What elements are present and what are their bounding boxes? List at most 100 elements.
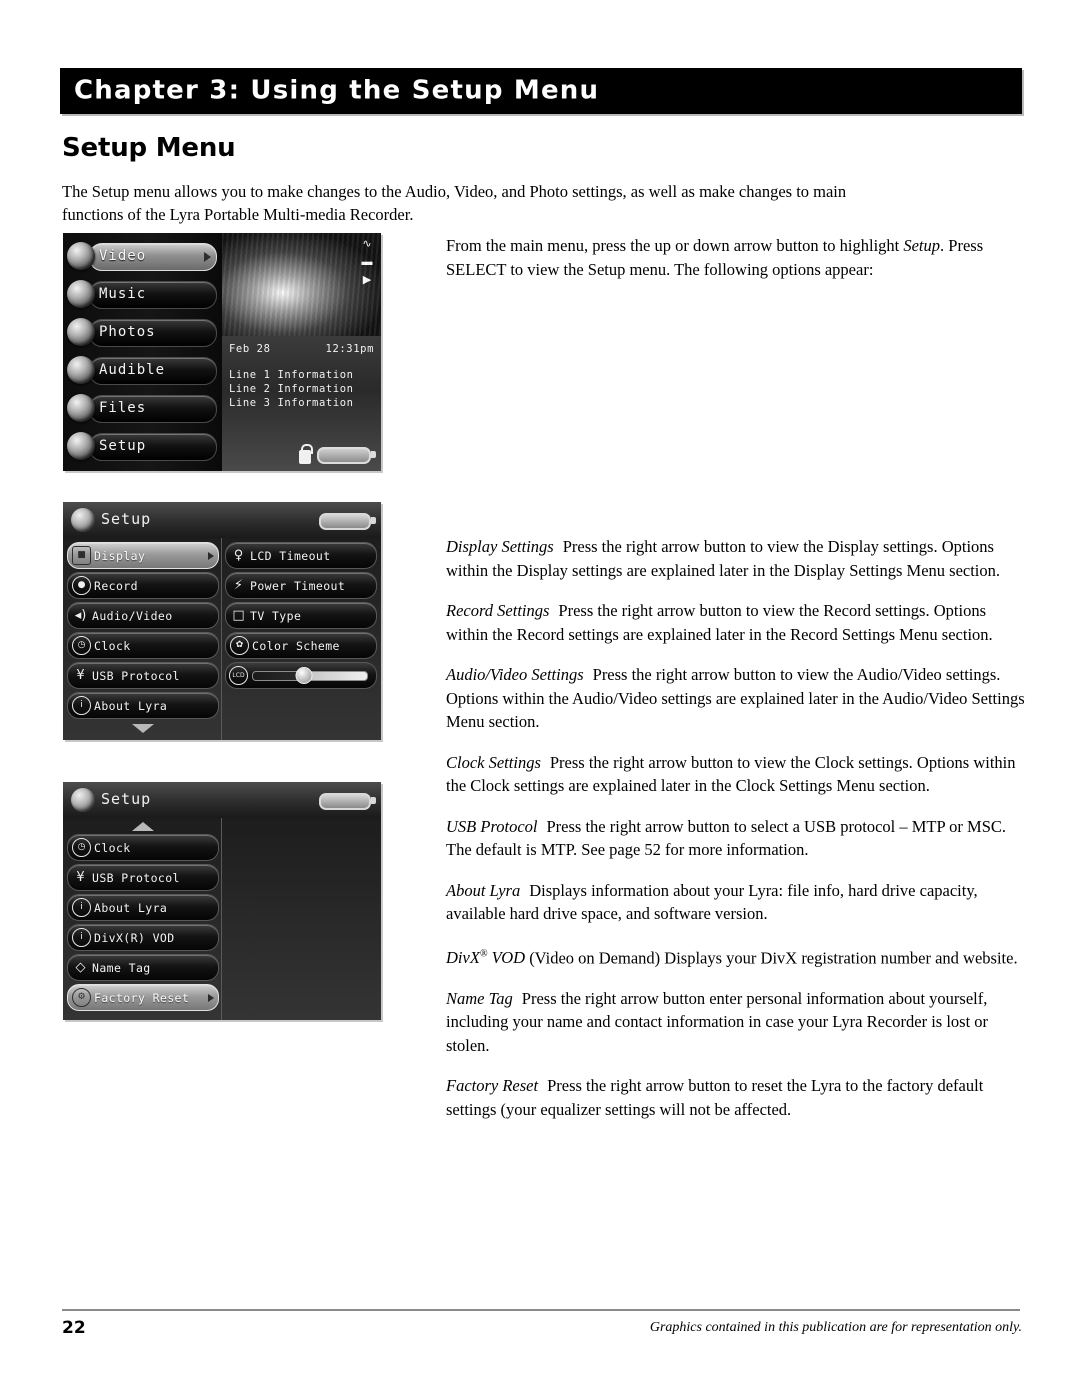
term-record-settings: Record Settings (446, 601, 550, 620)
setup-header-bar: Setup (63, 782, 381, 819)
main-menu-list: Video Music Photos Audible Files Setup (67, 239, 219, 467)
gear-icon (67, 432, 95, 460)
display-icon: ■ (72, 546, 91, 565)
main-menu-item-files[interactable]: Files (67, 391, 219, 425)
setup-item-clock[interactable]: ◷ Clock (67, 834, 219, 861)
up-arrow-icon[interactable] (132, 822, 154, 831)
date-text: Feb 28 (229, 343, 271, 355)
term-about-lyra: About Lyra (446, 880, 521, 900)
main-menu-item-label: Files (99, 400, 147, 416)
television-icon: □ (232, 608, 245, 623)
setup-item-label: About Lyra (94, 698, 168, 713)
main-menu-list-panel: Video Music Photos Audible Files Setup (63, 233, 222, 471)
setup-item-label: USB Protocol (92, 870, 180, 885)
preview-thumbnail-image: ∿ ▬ ▶ (222, 233, 381, 336)
setup-item-display[interactable]: ■ Display (67, 542, 219, 569)
setup-item-label: Display (94, 548, 146, 563)
main-menu-item-label: Video (99, 248, 147, 264)
paragraph-display-settings: Display Settings Press the right arrow bu… (446, 535, 1026, 582)
camera-icon (67, 318, 95, 346)
setup-item-label: About Lyra (94, 900, 168, 915)
screenshot-main-menu: Video Music Photos Audible Files Setup ∿… (63, 233, 381, 471)
column-divider (221, 538, 222, 740)
tag-icon: ◇ (75, 960, 86, 975)
term-name-tag: Name Tag (446, 988, 513, 1008)
lightbulb-icon: ♀ (233, 548, 244, 563)
paragraph-usb-protocol: USB Protocol Press the right arrow button… (446, 815, 1026, 862)
main-menu-item-label: Setup (99, 438, 147, 454)
down-arrow-icon[interactable] (132, 724, 154, 733)
setup-item-label: USB Protocol (92, 668, 180, 683)
setup-item-lcd-timeout[interactable]: ♀ LCD Timeout (225, 542, 377, 569)
clock-icon: ◷ (72, 838, 91, 857)
info-icon: i (72, 898, 91, 917)
setup-item-label: TV Type (250, 608, 302, 623)
setup-item-label: Clock (94, 638, 131, 653)
setup-item-label: LCD Timeout (250, 548, 331, 563)
setup-body: ◷ Clock ¥ USB Protocol i About Lyra i Di… (63, 818, 381, 1020)
footer-note: Graphics contained in this publication a… (649, 1320, 1022, 1335)
battery-icon (319, 793, 376, 810)
setup-item-audio-video[interactable]: ◂) Audio/Video (67, 602, 219, 629)
battery-icon (317, 447, 376, 464)
setup-item-label: Power Timeout (250, 578, 346, 593)
preview-status-icons: ∿ ▬ ▶ (356, 239, 378, 317)
main-menu-item-photos[interactable]: Photos (67, 315, 219, 349)
setup-screen-title: Setup (101, 790, 152, 808)
setup-item-label: Record (94, 578, 138, 593)
term-clock-settings: Clock Settings (446, 752, 541, 772)
main-menu-preview-panel: ∿ ▬ ▶ Feb 28 12:31pm Line 1 Information … (222, 233, 381, 471)
slider-knob[interactable] (295, 667, 313, 684)
setup-item-clock[interactable]: ◷ Clock (67, 632, 219, 659)
setup-item-divx-vod[interactable]: i DivX(R) VOD (67, 924, 219, 951)
info-line-3: Line 3 Information (229, 397, 354, 409)
setup-screen-title: Setup (101, 510, 152, 528)
gear-icon (71, 788, 95, 812)
term-audio-video-settings: Audio/Video Settings (446, 665, 584, 684)
setup-item-power-timeout[interactable]: ⚡ Power Timeout (225, 572, 377, 599)
chapter-header-bar: Chapter 3: Using the Setup Menu (60, 68, 1022, 114)
body-text-column: From the main menu, press the up or down… (446, 234, 1026, 1138)
main-menu-item-video[interactable]: Video (67, 239, 219, 273)
setup-item-record[interactable]: ● Record (67, 572, 219, 599)
gear-icon: ⚙ (72, 988, 91, 1007)
play-icon: ▶ (362, 274, 372, 286)
setup-item-usb-protocol[interactable]: ¥ USB Protocol (67, 864, 219, 891)
setup-item-tv-type[interactable]: □ TV Type (225, 602, 377, 629)
setup-item-factory-reset[interactable]: ⚙ Factory Reset (67, 984, 219, 1011)
info-lines: Line 1 Information Line 2 Information Li… (229, 369, 354, 411)
setup-item-color-scheme[interactable]: ✿ Color Scheme (225, 632, 377, 659)
page-title: Setup Menu (62, 133, 236, 163)
main-menu-item-setup[interactable]: Setup (67, 429, 219, 463)
main-menu-item-audible[interactable]: Audible (67, 353, 219, 387)
term-display-settings: Display Settings (446, 537, 554, 556)
setup-item-usb-protocol[interactable]: ¥ USB Protocol (67, 662, 219, 689)
paragraph-record-settings: Record Settings Press the right arrow but… (446, 599, 1026, 646)
paragraph-divx-vod: DivX® VOD (Video on Demand) Displays you… (446, 943, 1026, 970)
text-spacer (446, 298, 1026, 535)
setup-item-label: Factory Reset (94, 990, 190, 1005)
setup-item-label: Name Tag (92, 960, 151, 975)
main-menu-item-music[interactable]: Music (67, 277, 219, 311)
footer-divider (62, 1309, 1020, 1311)
speaker-icon (67, 356, 95, 384)
battery-icon (319, 513, 376, 530)
setup-item-about-lyra[interactable]: i About Lyra (67, 894, 219, 921)
setup-item-about-lyra[interactable]: i About Lyra (67, 692, 219, 719)
intro-paragraph: The Setup menu allows you to make change… (62, 182, 847, 224)
desc-name-tag: Press the right arrow button enter perso… (446, 988, 989, 1055)
column-divider (221, 818, 222, 1020)
status-row (299, 444, 376, 464)
setup-item-label: Audio/Video (92, 608, 173, 623)
term-usb-protocol: USB Protocol (446, 816, 538, 836)
setup-item-name-tag[interactable]: ◇ Name Tag (67, 954, 219, 981)
setup-body: ■ Display ● Record ◂) Audio/Video ◷ Cloc… (63, 538, 381, 740)
info-line-2: Line 2 Information (229, 383, 354, 395)
info-line-1: Line 1 Information (229, 369, 354, 381)
setup-item-label: Color Scheme (252, 638, 340, 653)
info-icon: i (72, 696, 91, 715)
record-icon: ● (72, 576, 91, 595)
setup-item-label: DivX(R) VOD (94, 930, 175, 945)
brightness-slider[interactable]: LCD (225, 662, 377, 689)
time-text: 12:31pm (325, 343, 374, 355)
